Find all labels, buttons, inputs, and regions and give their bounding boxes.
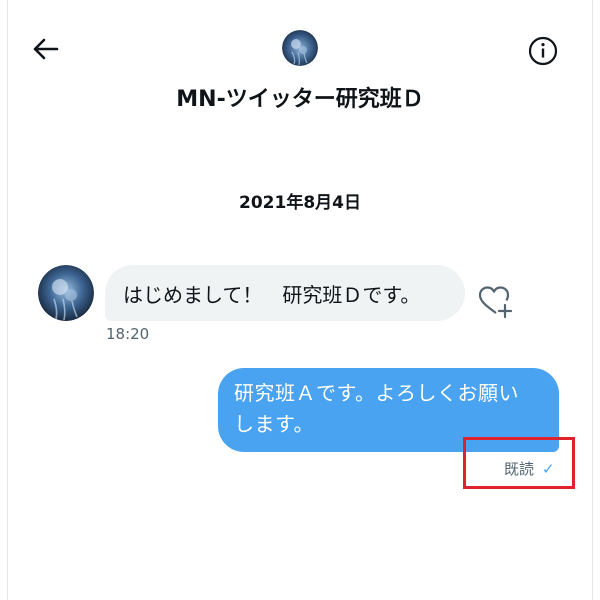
outgoing-message-line: 研究班Ａです。よろしくお願い [234, 381, 519, 405]
message-timestamp: 18:20 [106, 325, 150, 343]
info-circle-icon [528, 36, 558, 66]
header-avatar[interactable] [282, 30, 318, 66]
info-button[interactable] [526, 34, 560, 68]
react-heart-button[interactable] [474, 283, 514, 321]
back-button[interactable] [28, 32, 62, 66]
incoming-message-bubble[interactable]: はじめまして！ 研究班Ｄです。 [105, 265, 465, 321]
incoming-message-text: はじめまして！ 研究班Ｄです。 [123, 282, 421, 307]
outgoing-message-line: します。 [234, 412, 314, 436]
conversation-title: MN-ツイッター研究班Ｄ [176, 87, 424, 112]
annotation-highlight-box [463, 437, 575, 489]
date-divider: 2021年8月4日 [239, 193, 361, 213]
sender-avatar[interactable] [38, 265, 94, 321]
dm-conversation-screen: MN-ツイッター研究班Ｄ 2021年8月4日 はじめまして！ 研究班Ｄです。 1… [0, 0, 600, 600]
arrow-left-icon [33, 38, 59, 60]
heart-plus-icon [478, 286, 513, 319]
